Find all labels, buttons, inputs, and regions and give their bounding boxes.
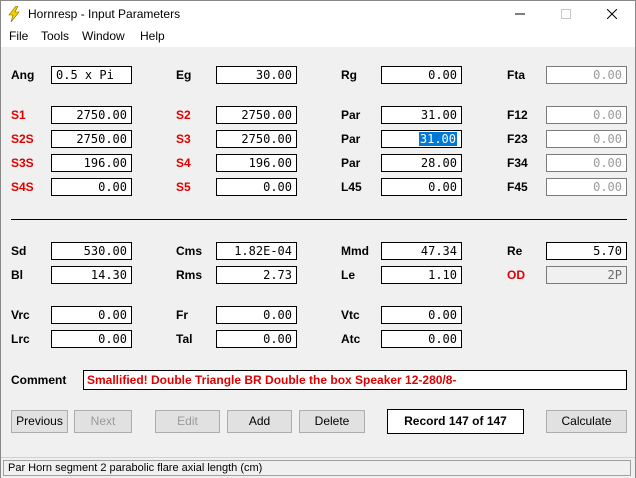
field-par2-selected[interactable]: 31.00: [381, 130, 462, 148]
field-tal[interactable]: 0.00: [216, 330, 297, 348]
add-button[interactable]: Add: [227, 410, 292, 433]
field-cms[interactable]: 1.82E-04: [216, 242, 297, 260]
label-bl: Bl: [11, 268, 23, 282]
label-mmd: Mmd: [341, 244, 369, 258]
lightning-bolt-icon: [8, 6, 20, 22]
label-s2s: S2S: [11, 132, 34, 146]
field-rg[interactable]: 0.00: [381, 66, 462, 84]
next-button[interactable]: Next: [74, 410, 132, 433]
edit-button[interactable]: Edit: [155, 410, 220, 433]
label-fr: Fr: [176, 308, 188, 322]
label-tal: Tal: [176, 332, 193, 346]
label-s2: S2: [176, 108, 191, 122]
label-f34: F34: [507, 156, 528, 170]
label-od: OD: [507, 268, 525, 282]
field-f23[interactable]: 0.00: [546, 130, 627, 148]
label-l45: L45: [341, 180, 362, 194]
label-f45: F45: [507, 180, 528, 194]
status-text: Par Horn segment 2 parabolic flare axial…: [3, 460, 631, 476]
label-s4: S4: [176, 156, 191, 170]
field-l45[interactable]: 0.00: [381, 178, 462, 196]
menu-bar: File Tools Window Help: [1, 27, 635, 47]
label-par2: Par: [341, 132, 361, 146]
label-le: Le: [341, 268, 356, 282]
field-s2[interactable]: 2750.00: [216, 106, 297, 124]
field-lrc[interactable]: 0.00: [51, 330, 132, 348]
field-vrc[interactable]: 0.00: [51, 306, 132, 324]
field-re[interactable]: 5.70: [546, 242, 627, 260]
label-atc: Atc: [341, 332, 361, 346]
label-s3s: S3S: [11, 156, 34, 170]
field-rms[interactable]: 2.73: [216, 266, 297, 284]
menu-tools[interactable]: Tools: [41, 29, 69, 43]
field-f34[interactable]: 0.00: [546, 154, 627, 172]
menu-file[interactable]: File: [9, 29, 28, 43]
title-bar: Hornresp - Input Parameters: [1, 1, 635, 27]
field-par3[interactable]: 28.00: [381, 154, 462, 172]
field-f45[interactable]: 0.00: [546, 178, 627, 196]
close-icon: [607, 9, 617, 19]
previous-button[interactable]: Previous: [11, 410, 68, 433]
status-bar: Par Horn segment 2 parabolic flare axial…: [1, 457, 635, 478]
label-lrc: Lrc: [11, 332, 30, 346]
field-bl[interactable]: 14.30: [51, 266, 132, 284]
label-vtc: Vtc: [341, 308, 360, 322]
label-s3: S3: [176, 132, 191, 146]
maximize-icon: [561, 9, 571, 19]
field-s4s[interactable]: 0.00: [51, 178, 132, 196]
field-od[interactable]: 2P: [546, 266, 627, 284]
label-re: Re: [507, 244, 523, 258]
minimize-icon: [515, 13, 525, 15]
label-cms: Cms: [176, 244, 203, 258]
field-fr[interactable]: 0.00: [216, 306, 297, 324]
field-le[interactable]: 1.10: [381, 266, 462, 284]
label-s5: S5: [176, 180, 191, 194]
selected-text: 31.00: [418, 132, 457, 146]
field-s5[interactable]: 0.00: [216, 178, 297, 196]
field-sd[interactable]: 530.00: [51, 242, 132, 260]
minimize-button[interactable]: [497, 1, 543, 27]
field-mmd[interactable]: 47.34: [381, 242, 462, 260]
section-divider: [11, 219, 627, 220]
record-counter: Record 147 of 147: [387, 409, 524, 434]
label-par3: Par: [341, 156, 361, 170]
field-atc[interactable]: 0.00: [381, 330, 462, 348]
maximize-button[interactable]: [543, 1, 589, 27]
comment-input[interactable]: Smallified! Double Triangle BR Double th…: [83, 370, 627, 390]
field-fta[interactable]: 0.00: [546, 66, 627, 84]
window-title: Hornresp - Input Parameters: [28, 7, 181, 21]
label-f23: F23: [507, 132, 528, 146]
field-eg[interactable]: 30.00: [216, 66, 297, 84]
close-button[interactable]: [589, 1, 635, 27]
label-vrc: Vrc: [11, 308, 30, 322]
menu-window[interactable]: Window: [82, 29, 125, 43]
label-ang: Ang: [11, 68, 35, 82]
label-eg: Eg: [176, 68, 192, 82]
field-s4[interactable]: 196.00: [216, 154, 297, 172]
field-s2s[interactable]: 2750.00: [51, 130, 132, 148]
label-sd: Sd: [11, 244, 27, 258]
field-s3[interactable]: 2750.00: [216, 130, 297, 148]
label-rms: Rms: [176, 268, 203, 282]
label-s1: S1: [11, 108, 26, 122]
label-f12: F12: [507, 108, 528, 122]
field-par1[interactable]: 31.00: [381, 106, 462, 124]
field-s3s[interactable]: 196.00: [51, 154, 132, 172]
delete-button[interactable]: Delete: [299, 410, 365, 433]
label-fta: Fta: [507, 68, 525, 82]
label-s4s: S4S: [11, 180, 34, 194]
field-ang[interactable]: 0.5 x Pi: [51, 66, 132, 84]
field-vtc[interactable]: 0.00: [381, 306, 462, 324]
parameters-panel: Ang 0.5 x Pi Eg 30.00 Rg 0.00 Fta 0.00 S…: [1, 47, 635, 457]
menu-help[interactable]: Help: [140, 29, 165, 43]
label-comment: Comment: [11, 373, 67, 387]
field-f12[interactable]: 0.00: [546, 106, 627, 124]
main-window: Hornresp - Input Parameters File Tools W…: [0, 0, 636, 478]
calculate-button[interactable]: Calculate: [546, 410, 627, 433]
label-rg: Rg: [341, 68, 357, 82]
label-par1: Par: [341, 108, 361, 122]
field-s1[interactable]: 2750.00: [51, 106, 132, 124]
